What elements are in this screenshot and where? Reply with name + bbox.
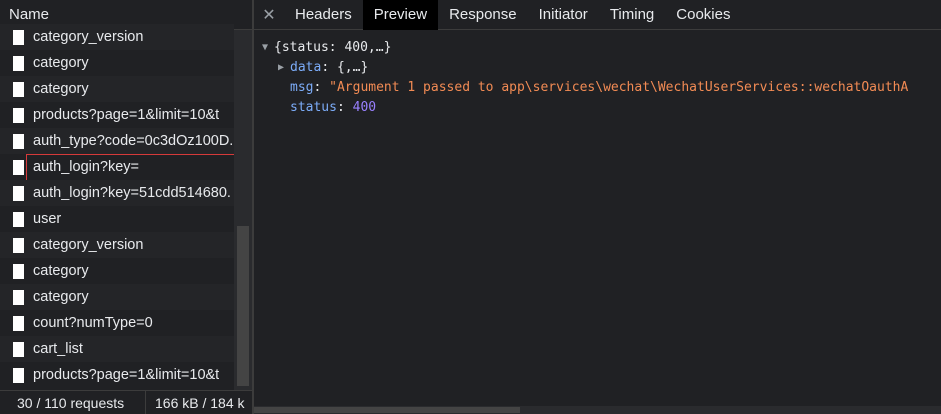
- tab-cookies[interactable]: Cookies: [665, 0, 741, 30]
- json-msg-line: msg: "Argument 1 passed to app\services\…: [262, 78, 941, 98]
- request-name: auth_login?key=51cdd514680.: [33, 185, 231, 201]
- request-name: category: [33, 289, 89, 305]
- request-row[interactable]: user: [0, 206, 234, 232]
- expand-right-icon[interactable]: ▶: [278, 58, 290, 78]
- file-icon: [13, 133, 24, 149]
- file-icon: [13, 289, 24, 305]
- preview-horizontal-scrollbar[interactable]: [254, 406, 941, 414]
- request-name: category: [33, 55, 89, 71]
- request-count: 30 / 110 requests: [17, 394, 125, 411]
- request-row[interactable]: category: [0, 50, 234, 76]
- json-colon: :: [313, 80, 330, 95]
- request-name: cart_list: [33, 341, 83, 357]
- transfer-size: 166 kB / 184 k: [155, 394, 245, 411]
- json-value: {,…}: [336, 60, 369, 75]
- json-string-value: "Argument 1 passed to app\services\wecha…: [329, 80, 909, 95]
- request-row[interactable]: products?page=1&limit=10&t: [0, 362, 234, 388]
- request-name: category: [33, 81, 89, 97]
- tab-initiator[interactable]: Initiator: [528, 0, 599, 30]
- file-icon: [13, 211, 24, 227]
- file-icon: [13, 315, 24, 331]
- file-icon: [13, 185, 24, 201]
- json-colon: :: [336, 100, 353, 115]
- request-list-panel: Name category_version category category …: [0, 0, 252, 414]
- json-key: data: [290, 60, 322, 75]
- request-name: auth_login?key=: [33, 159, 140, 175]
- request-detail-panel: ✕ Headers Preview Response Initiator Tim…: [254, 0, 941, 414]
- close-icon[interactable]: ✕: [254, 5, 284, 25]
- request-name: category: [33, 263, 89, 279]
- json-status-line: status: 400: [262, 98, 941, 118]
- request-name: auth_type?code=0c3dOz100D.: [33, 133, 234, 149]
- tab-timing[interactable]: Timing: [599, 0, 665, 30]
- file-icon: [13, 341, 24, 357]
- request-row[interactable]: auth_login?key=51cdd514680.: [0, 180, 234, 206]
- request-row[interactable]: products?page=1&limit=10&t: [0, 102, 234, 128]
- json-key: status: [290, 100, 337, 115]
- file-icon: [13, 159, 24, 175]
- file-icon: [13, 263, 24, 279]
- request-row[interactable]: category: [0, 258, 234, 284]
- request-name: products?page=1&limit=10&t: [33, 367, 220, 383]
- json-root-summary: {status: 400,…}: [274, 40, 392, 55]
- request-row[interactable]: category_version: [0, 24, 234, 50]
- file-icon: [13, 29, 24, 45]
- request-row[interactable]: count?numType=0: [0, 310, 234, 336]
- request-name: category_version: [33, 29, 144, 45]
- request-row[interactable]: category: [0, 76, 234, 102]
- request-list-scrollbar[interactable]: [234, 30, 252, 390]
- request-rows: category_version category category produ…: [0, 24, 234, 390]
- file-icon: [13, 107, 24, 123]
- request-row-selected[interactable]: auth_login?key=: [0, 154, 234, 186]
- request-name: user: [33, 211, 62, 227]
- tab-response[interactable]: Response: [438, 0, 528, 30]
- json-colon: :: [321, 60, 337, 75]
- request-name: category_version: [33, 237, 144, 253]
- file-icon: [13, 81, 24, 97]
- request-name: products?page=1&limit=10&t: [33, 107, 220, 123]
- json-data-line[interactable]: ▶ data: {,…}: [262, 58, 941, 78]
- request-name: count?numType=0: [33, 315, 153, 331]
- json-root-line[interactable]: ▼ {status: 400,…}: [262, 38, 941, 58]
- file-icon: [13, 55, 24, 71]
- name-column-label: Name: [9, 6, 50, 23]
- request-row[interactable]: category: [0, 284, 234, 310]
- json-preview: ▼ {status: 400,…} ▶ data: {,…} msg: "Arg…: [254, 30, 941, 118]
- file-icon: [13, 237, 24, 253]
- detail-tabs: ✕ Headers Preview Response Initiator Tim…: [254, 0, 941, 30]
- scrollbar-thumb[interactable]: [237, 226, 249, 386]
- request-row[interactable]: cart_list: [0, 336, 234, 362]
- json-key: msg: [290, 80, 314, 95]
- scrollbar-thumb[interactable]: [254, 407, 520, 413]
- json-number-value: 400: [352, 100, 377, 115]
- request-row[interactable]: category_version: [0, 232, 234, 258]
- tab-preview[interactable]: Preview: [362, 0, 439, 30]
- expand-down-icon[interactable]: ▼: [262, 38, 274, 58]
- network-status-bar: 30 / 110 requests 166 kB / 184 k: [0, 390, 252, 414]
- request-row[interactable]: auth_type?code=0c3dOz100D.: [0, 128, 234, 154]
- file-icon: [13, 367, 24, 383]
- tab-headers[interactable]: Headers: [284, 0, 363, 30]
